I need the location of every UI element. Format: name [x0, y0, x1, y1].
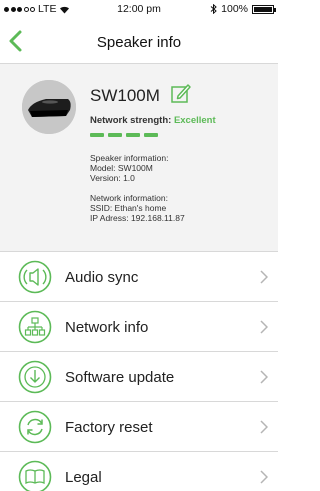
battery-percent: 100% [221, 3, 248, 15]
strength-bar [126, 133, 140, 137]
speaker-info-heading: Speaker information: [90, 153, 169, 163]
menu-item-factory-reset[interactable]: Factory reset [0, 402, 278, 452]
chevron-right-icon [260, 270, 268, 284]
navigation-bar: Speaker info [0, 18, 278, 64]
chevron-right-icon [260, 370, 268, 384]
audio-sync-icon [18, 260, 52, 294]
network-info-heading: Network information: [90, 193, 168, 203]
version-text: Version: 1.0 [90, 173, 135, 183]
reset-icon [18, 410, 52, 444]
download-icon [18, 360, 52, 394]
menu-item-label: Legal [65, 469, 102, 486]
battery-icon [252, 4, 276, 14]
menu-item-audio-sync[interactable]: Audio sync [0, 252, 278, 302]
device-name: SW100M [90, 86, 160, 105]
strength-bar [108, 133, 122, 137]
ip-text: IP Adress: 192.168.11.87 [90, 213, 185, 223]
chevron-right-icon [260, 470, 268, 484]
menu-item-software-update[interactable]: Software update [0, 352, 278, 402]
menu-item-network-info[interactable]: Network info [0, 302, 278, 352]
speaker-image [22, 80, 76, 134]
network-strength-label: Network strength: [90, 115, 172, 126]
ssid-text: SSID: Ethan's home [90, 203, 167, 213]
speaker-info-card: SW100M Network strength: Excellent Speak… [0, 64, 278, 252]
strength-bar [90, 133, 104, 137]
bluetooth-icon [210, 4, 217, 14]
strength-bars [90, 133, 158, 137]
chevron-right-icon [260, 420, 268, 434]
network-strength: Network strength: Excellent [90, 115, 216, 126]
network-icon [18, 310, 52, 344]
network-strength-value: Excellent [173, 115, 216, 126]
book-icon [18, 460, 52, 491]
speaker-information: Speaker information: Model: SW100M Versi… [90, 153, 168, 183]
edit-icon[interactable] [170, 82, 192, 104]
status-bar: LTE 12:00 pm 100% [0, 0, 278, 18]
menu-item-legal[interactable]: Legal [0, 452, 278, 491]
network-information: Network information: SSID: Ethan's home … [90, 193, 185, 223]
page-title: Speaker info [96, 34, 182, 51]
chevron-right-icon [260, 320, 268, 334]
menu-item-label: Software update [65, 369, 175, 386]
menu-item-label: Network info [65, 319, 149, 336]
menu-item-label: Factory reset [65, 419, 153, 436]
strength-bar [144, 133, 158, 137]
model-text: Model: SW100M [90, 163, 153, 173]
menu-item-label: Audio sync [65, 269, 139, 286]
